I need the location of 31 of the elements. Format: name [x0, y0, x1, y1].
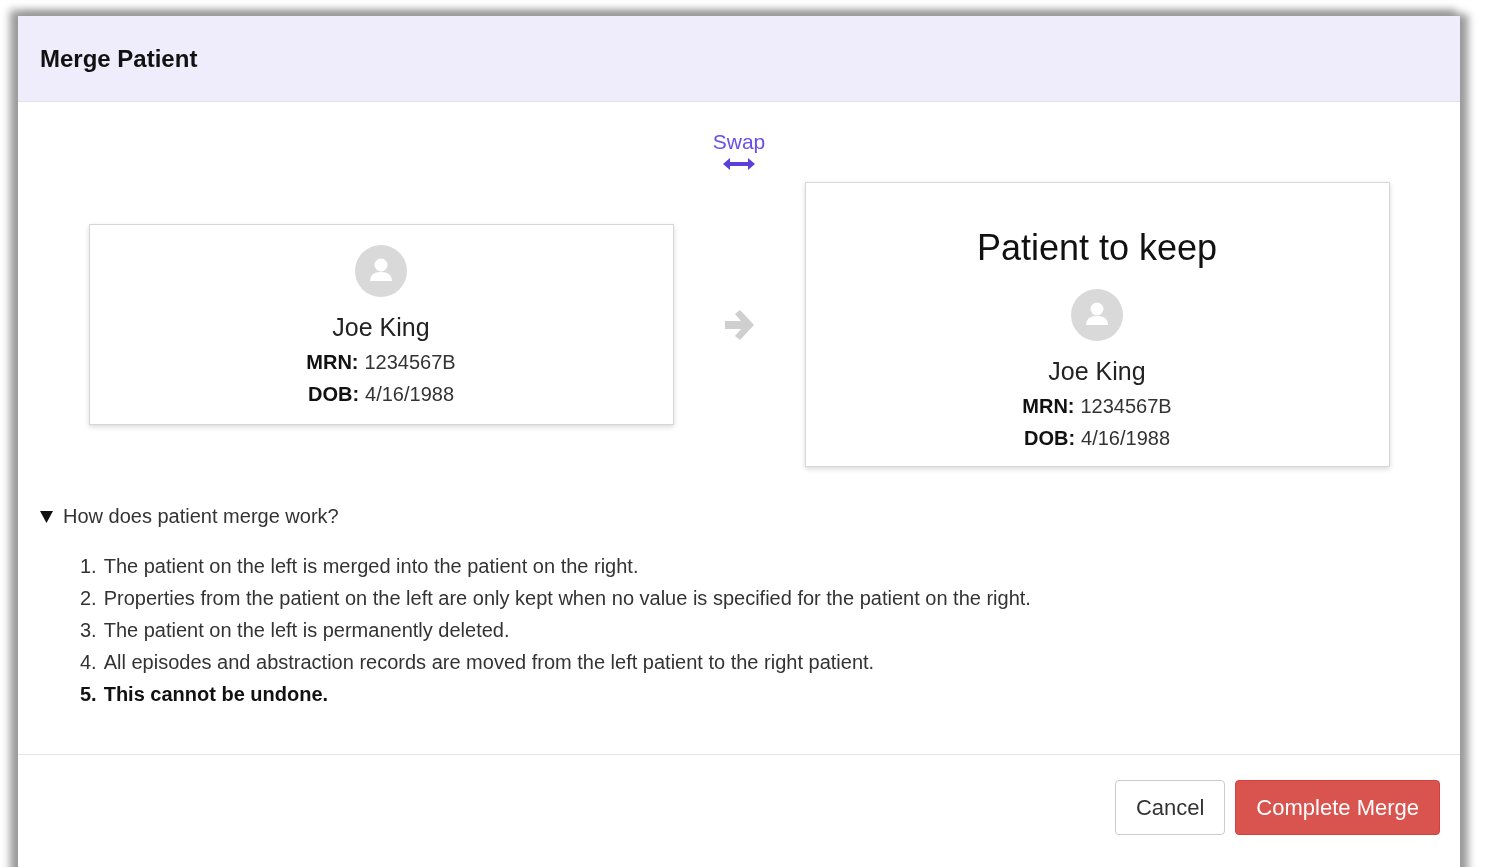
swap-link[interactable]: Swap: [712, 130, 766, 154]
field-value: 1234567B: [1080, 395, 1172, 417]
step-number: 2.: [80, 587, 97, 609]
complete-merge-button[interactable]: Complete Merge: [1235, 780, 1440, 835]
field-value: 4/16/1988: [365, 383, 455, 405]
field-value: 1234567B: [364, 351, 456, 373]
step-text: The patient on the left is permanently deleted.: [103, 619, 510, 641]
double-arrow-icon[interactable]: [723, 158, 755, 170]
step-text: All episodes and abstraction records are moved from the left patient to the right patient.: [103, 651, 875, 673]
patient-name: Joe King: [332, 313, 430, 342]
field-value: 4/16/1988: [1081, 427, 1171, 449]
avatar-icon: [1071, 289, 1123, 341]
triangle-icon: [40, 510, 53, 523]
field-label: DOB:: [307, 383, 360, 405]
patient-name: Joe King: [1048, 357, 1146, 386]
step-number: 3.: [80, 619, 97, 641]
step-text: This cannot be undone.: [103, 683, 329, 705]
arrow-right-icon: [722, 307, 756, 342]
step-number: 4.: [80, 651, 97, 673]
avatar-icon: [355, 245, 407, 297]
step-number: 5.: [80, 683, 97, 705]
dialog-title: Merge Patient: [40, 44, 198, 73]
cancel-button[interactable]: Cancel: [1114, 780, 1226, 835]
card-heading: Patient to keep: [976, 227, 1218, 269]
step-text: Properties from the patient on the left are only kept when no value is specified for the patient on the right.: [103, 587, 1031, 609]
step-text: The patient on the left is merged into the patient on the right.: [103, 555, 639, 577]
field-label: DOB:: [1023, 427, 1076, 449]
step-number: 1.: [80, 555, 97, 577]
field-label: MRN:: [1022, 395, 1075, 417]
disclosure-toggle[interactable]: How does patient merge work?: [40, 505, 339, 528]
field-label: MRN:: [306, 351, 359, 373]
